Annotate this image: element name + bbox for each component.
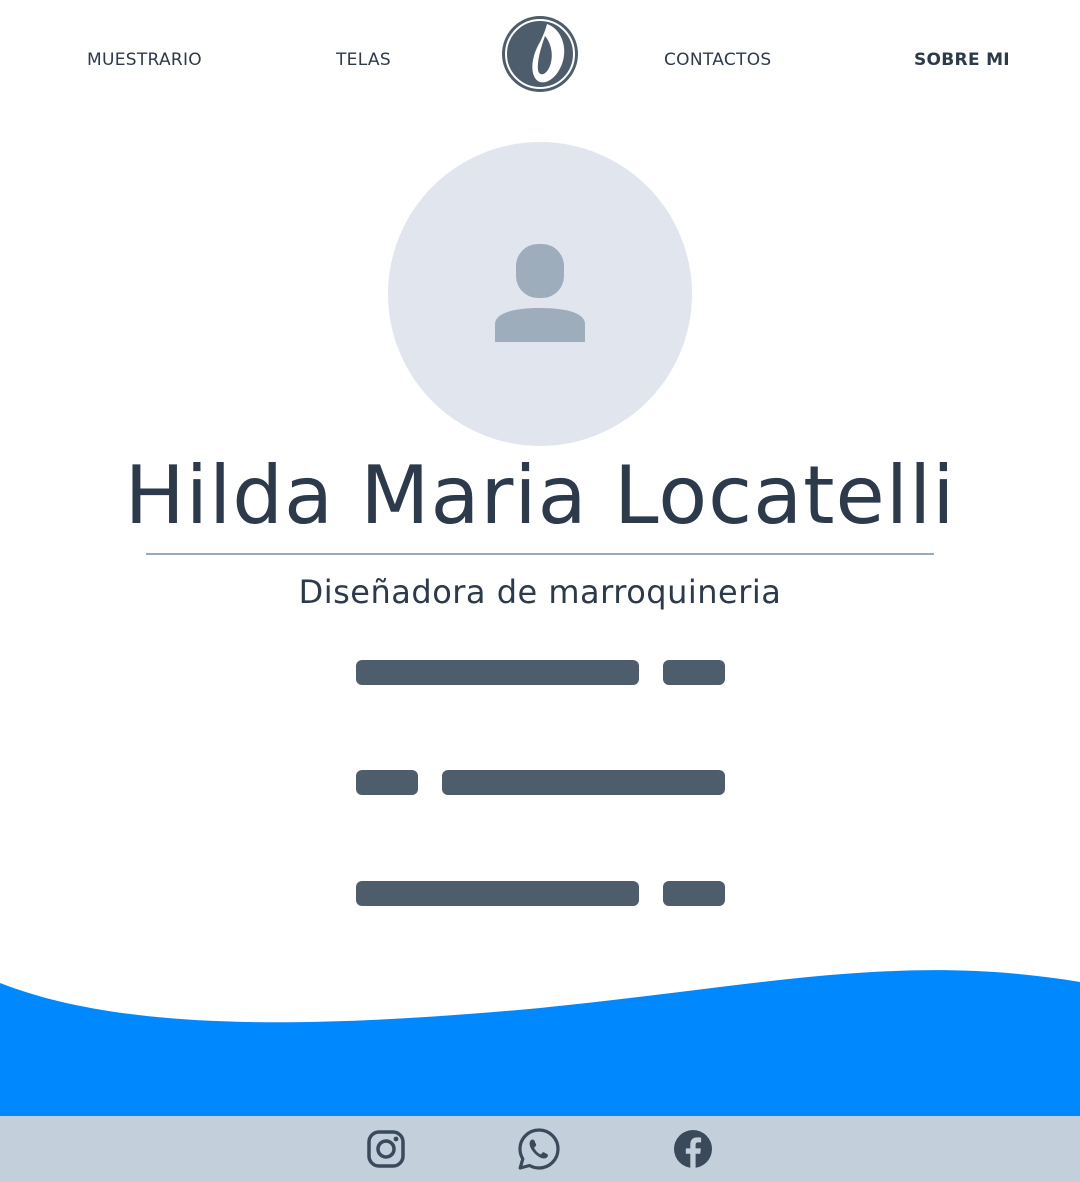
instagram-icon[interactable] xyxy=(364,1127,408,1171)
profile-name: Hilda Maria Locatelli xyxy=(124,449,956,542)
user-placeholder-icon xyxy=(495,244,585,342)
skeleton-line xyxy=(442,770,725,795)
whatsapp-icon[interactable] xyxy=(517,1127,561,1171)
facebook-icon[interactable] xyxy=(671,1127,715,1171)
skeleton-line xyxy=(663,660,725,685)
main-nav: MUESTRARIO TELAS CONTACTOS SOBRE MI xyxy=(0,0,1080,120)
nav-item-telas[interactable]: TELAS xyxy=(336,50,391,70)
skeleton-line xyxy=(663,881,725,906)
nav-item-muestrario[interactable]: MUESTRARIO xyxy=(87,50,202,70)
skeleton-line xyxy=(356,770,418,795)
profile-role: Diseñadora de marroquineria xyxy=(298,573,782,611)
nav-item-contactos[interactable]: CONTACTOS xyxy=(664,50,772,70)
decorative-wave xyxy=(0,970,1080,1117)
nav-item-sobre-mi[interactable]: SOBRE MI xyxy=(914,50,1010,70)
skeleton-line xyxy=(356,881,639,906)
name-divider xyxy=(146,553,934,555)
skeleton-line xyxy=(356,660,639,685)
brand-logo-icon[interactable] xyxy=(500,14,580,94)
